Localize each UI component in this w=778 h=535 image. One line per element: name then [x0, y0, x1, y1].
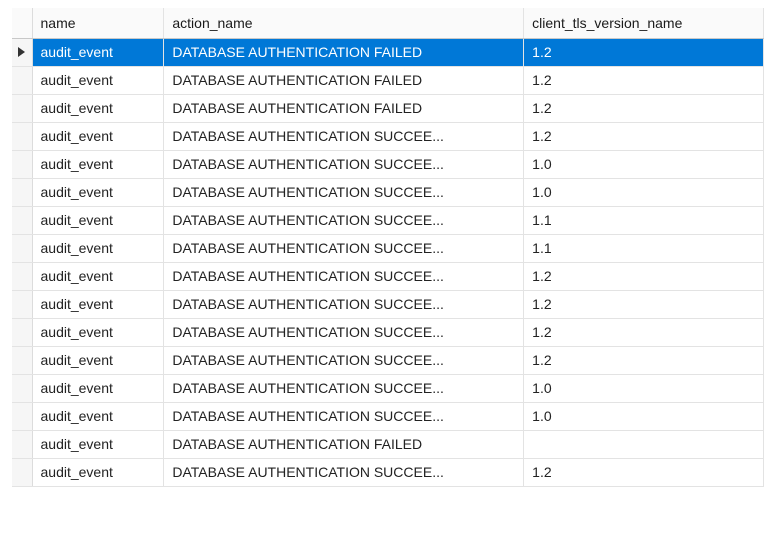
row-indicator — [12, 374, 32, 402]
cell-client-tls-version-name[interactable]: 1.2 — [524, 122, 764, 150]
cell-name[interactable]: audit_event — [32, 374, 164, 402]
column-header-client-tls-version-name[interactable]: client_tls_version_name — [524, 8, 764, 38]
cell-action-name[interactable]: DATABASE AUTHENTICATION SUCCEE... — [164, 150, 524, 178]
cell-name[interactable]: audit_event — [32, 290, 164, 318]
table-row[interactable]: audit_eventDATABASE AUTHENTICATION SUCCE… — [12, 178, 764, 206]
table-row[interactable]: audit_eventDATABASE AUTHENTICATION SUCCE… — [12, 458, 764, 486]
cell-client-tls-version-name[interactable]: 1.0 — [524, 178, 764, 206]
cell-action-name[interactable]: DATABASE AUTHENTICATION FAILED — [164, 38, 524, 66]
cell-name[interactable]: audit_event — [32, 430, 164, 458]
cell-name[interactable]: audit_event — [32, 122, 164, 150]
cell-action-name[interactable]: DATABASE AUTHENTICATION SUCCEE... — [164, 318, 524, 346]
cell-client-tls-version-name[interactable]: 1.0 — [524, 374, 764, 402]
cell-client-tls-version-name[interactable]: 1.2 — [524, 94, 764, 122]
table-row[interactable]: audit_eventDATABASE AUTHENTICATION SUCCE… — [12, 318, 764, 346]
cell-client-tls-version-name[interactable]: 1.0 — [524, 402, 764, 430]
cell-name[interactable]: audit_event — [32, 178, 164, 206]
table-row[interactable]: audit_eventDATABASE AUTHENTICATION SUCCE… — [12, 150, 764, 178]
row-indicator — [12, 122, 32, 150]
table-row[interactable]: audit_eventDATABASE AUTHENTICATION SUCCE… — [12, 374, 764, 402]
row-indicator — [12, 206, 32, 234]
cell-name[interactable]: audit_event — [32, 458, 164, 486]
row-indicator — [12, 290, 32, 318]
table-row[interactable]: audit_eventDATABASE AUTHENTICATION SUCCE… — [12, 402, 764, 430]
cell-client-tls-version-name[interactable]: 1.2 — [524, 346, 764, 374]
cell-action-name[interactable]: DATABASE AUTHENTICATION FAILED — [164, 430, 524, 458]
table-row[interactable]: audit_eventDATABASE AUTHENTICATION FAILE… — [12, 38, 764, 66]
cell-client-tls-version-name[interactable]: 1.2 — [524, 66, 764, 94]
row-indicator — [12, 38, 32, 66]
cell-name[interactable]: audit_event — [32, 94, 164, 122]
cell-action-name[interactable]: DATABASE AUTHENTICATION SUCCEE... — [164, 262, 524, 290]
cell-client-tls-version-name[interactable]: 1.0 — [524, 150, 764, 178]
column-header-action-name[interactable]: action_name — [164, 8, 524, 38]
row-indicator — [12, 402, 32, 430]
row-indicator — [12, 458, 32, 486]
cell-client-tls-version-name[interactable]: 1.2 — [524, 290, 764, 318]
table-row[interactable]: audit_eventDATABASE AUTHENTICATION SUCCE… — [12, 346, 764, 374]
cell-action-name[interactable]: DATABASE AUTHENTICATION SUCCEE... — [164, 346, 524, 374]
cell-name[interactable]: audit_event — [32, 402, 164, 430]
cell-client-tls-version-name[interactable]: 1.2 — [524, 38, 764, 66]
cell-action-name[interactable]: DATABASE AUTHENTICATION SUCCEE... — [164, 374, 524, 402]
current-row-icon — [18, 47, 25, 57]
row-indicator — [12, 262, 32, 290]
cell-name[interactable]: audit_event — [32, 38, 164, 66]
cell-action-name[interactable]: DATABASE AUTHENTICATION FAILED — [164, 94, 524, 122]
cell-action-name[interactable]: DATABASE AUTHENTICATION SUCCEE... — [164, 458, 524, 486]
cell-client-tls-version-name[interactable] — [524, 430, 764, 458]
results-grid[interactable]: name action_name client_tls_version_name… — [12, 8, 764, 487]
table-row[interactable]: audit_eventDATABASE AUTHENTICATION SUCCE… — [12, 290, 764, 318]
cell-name[interactable]: audit_event — [32, 206, 164, 234]
table-row[interactable]: audit_eventDATABASE AUTHENTICATION FAILE… — [12, 66, 764, 94]
cell-client-tls-version-name[interactable]: 1.1 — [524, 206, 764, 234]
cell-action-name[interactable]: DATABASE AUTHENTICATION SUCCEE... — [164, 206, 524, 234]
table-row[interactable]: audit_eventDATABASE AUTHENTICATION FAILE… — [12, 430, 764, 458]
header-row: name action_name client_tls_version_name — [12, 8, 764, 38]
cell-action-name[interactable]: DATABASE AUTHENTICATION FAILED — [164, 66, 524, 94]
row-indicator — [12, 94, 32, 122]
cell-name[interactable]: audit_event — [32, 318, 164, 346]
cell-name[interactable]: audit_event — [32, 150, 164, 178]
column-header-name[interactable]: name — [32, 8, 164, 38]
cell-client-tls-version-name[interactable]: 1.1 — [524, 234, 764, 262]
cell-name[interactable]: audit_event — [32, 234, 164, 262]
cell-action-name[interactable]: DATABASE AUTHENTICATION SUCCEE... — [164, 402, 524, 430]
row-indicator — [12, 346, 32, 374]
cell-name[interactable]: audit_event — [32, 262, 164, 290]
table-row[interactable]: audit_eventDATABASE AUTHENTICATION SUCCE… — [12, 262, 764, 290]
row-indicator-header — [12, 8, 32, 38]
table-row[interactable]: audit_eventDATABASE AUTHENTICATION SUCCE… — [12, 234, 764, 262]
cell-name[interactable]: audit_event — [32, 346, 164, 374]
cell-client-tls-version-name[interactable]: 1.2 — [524, 458, 764, 486]
row-indicator — [12, 150, 32, 178]
row-indicator — [12, 430, 32, 458]
row-indicator — [12, 178, 32, 206]
cell-client-tls-version-name[interactable]: 1.2 — [524, 262, 764, 290]
cell-client-tls-version-name[interactable]: 1.2 — [524, 318, 764, 346]
cell-action-name[interactable]: DATABASE AUTHENTICATION SUCCEE... — [164, 122, 524, 150]
row-indicator — [12, 66, 32, 94]
table-row[interactable]: audit_eventDATABASE AUTHENTICATION SUCCE… — [12, 122, 764, 150]
row-indicator — [12, 234, 32, 262]
cell-name[interactable]: audit_event — [32, 66, 164, 94]
table-row[interactable]: audit_eventDATABASE AUTHENTICATION SUCCE… — [12, 206, 764, 234]
cell-action-name[interactable]: DATABASE AUTHENTICATION SUCCEE... — [164, 234, 524, 262]
cell-action-name[interactable]: DATABASE AUTHENTICATION SUCCEE... — [164, 290, 524, 318]
cell-action-name[interactable]: DATABASE AUTHENTICATION SUCCEE... — [164, 178, 524, 206]
table-row[interactable]: audit_eventDATABASE AUTHENTICATION FAILE… — [12, 94, 764, 122]
row-indicator — [12, 318, 32, 346]
